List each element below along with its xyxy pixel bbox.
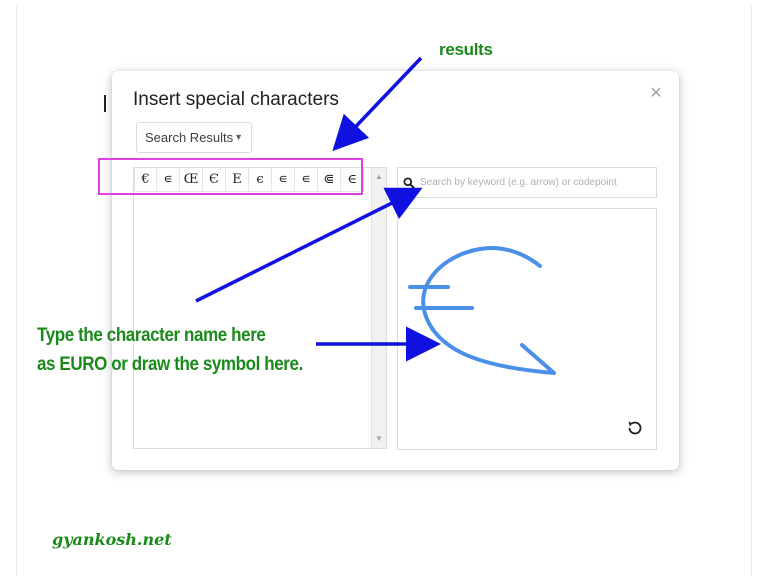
search-icon: [403, 177, 415, 189]
instruction-line-1: Type the character name here: [37, 324, 266, 346]
text-cursor: [104, 95, 106, 112]
instruction-line-2: as EURO or draw the symbol here.: [37, 353, 303, 375]
dialog-title: Insert special characters: [133, 89, 339, 110]
chevron-down-icon: ▼: [234, 132, 243, 142]
results-annotation: results: [439, 40, 493, 59]
scroll-up-icon[interactable]: ▲: [372, 170, 386, 184]
drawing-pad[interactable]: [397, 208, 657, 450]
search-box[interactable]: [397, 167, 657, 198]
search-input[interactable]: [420, 177, 645, 188]
results-highlight-box: [98, 158, 363, 195]
reset-icon[interactable]: [626, 419, 644, 437]
insert-special-characters-dialog: Insert special characters × Search Resul…: [112, 71, 679, 470]
site-watermark: gyankosh.net: [52, 530, 172, 549]
category-dropdown[interactable]: Search Results ▼: [136, 122, 252, 153]
euro-sketch: [408, 246, 556, 375]
close-icon[interactable]: ×: [646, 83, 666, 103]
results-scrollbar[interactable]: ▲ ▼: [371, 168, 386, 448]
scroll-down-icon[interactable]: ▼: [372, 432, 386, 446]
category-dropdown-label: Search Results: [145, 130, 234, 145]
results-panel: € ∊ Œ Є Еє ∊ ∊ ⋐ ∈ ▲ ▼: [133, 167, 387, 449]
